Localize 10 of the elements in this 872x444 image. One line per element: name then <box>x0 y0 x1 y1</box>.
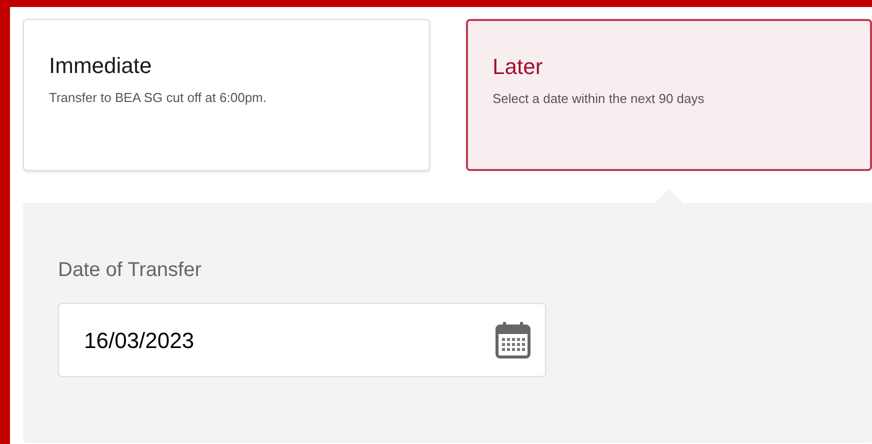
date-value: 16/03/2023 <box>84 326 194 354</box>
option-description: Transfer to BEA SG cut off at 6:00pm. <box>49 89 268 107</box>
date-field[interactable]: 16/03/2023 <box>58 303 546 377</box>
option-card[interactable]: Later Select a date within the next 90 days <box>466 19 872 171</box>
field-label: Date of Transfer <box>58 258 202 283</box>
option-card[interactable]: Immediate Transfer to BEA SG cut off at 6:00pm. <box>23 19 430 171</box>
option-description: Select a date within the next 90 days <box>492 90 706 108</box>
option-title: Later <box>492 53 544 81</box>
option-title: Immediate <box>49 52 153 80</box>
calendar-icon[interactable] <box>495 321 531 359</box>
